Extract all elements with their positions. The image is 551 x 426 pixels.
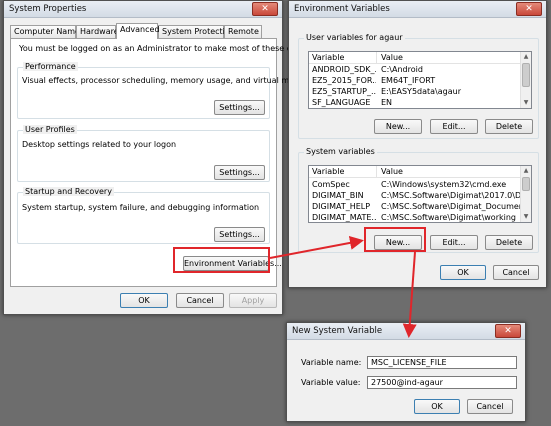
arrow-to-new-button bbox=[269, 235, 364, 259]
annotation-arrows bbox=[269, 235, 417, 338]
tab-advanced[interactable]: Advanced bbox=[116, 23, 160, 39]
arrow-to-new-variable-dialog bbox=[402, 251, 417, 338]
